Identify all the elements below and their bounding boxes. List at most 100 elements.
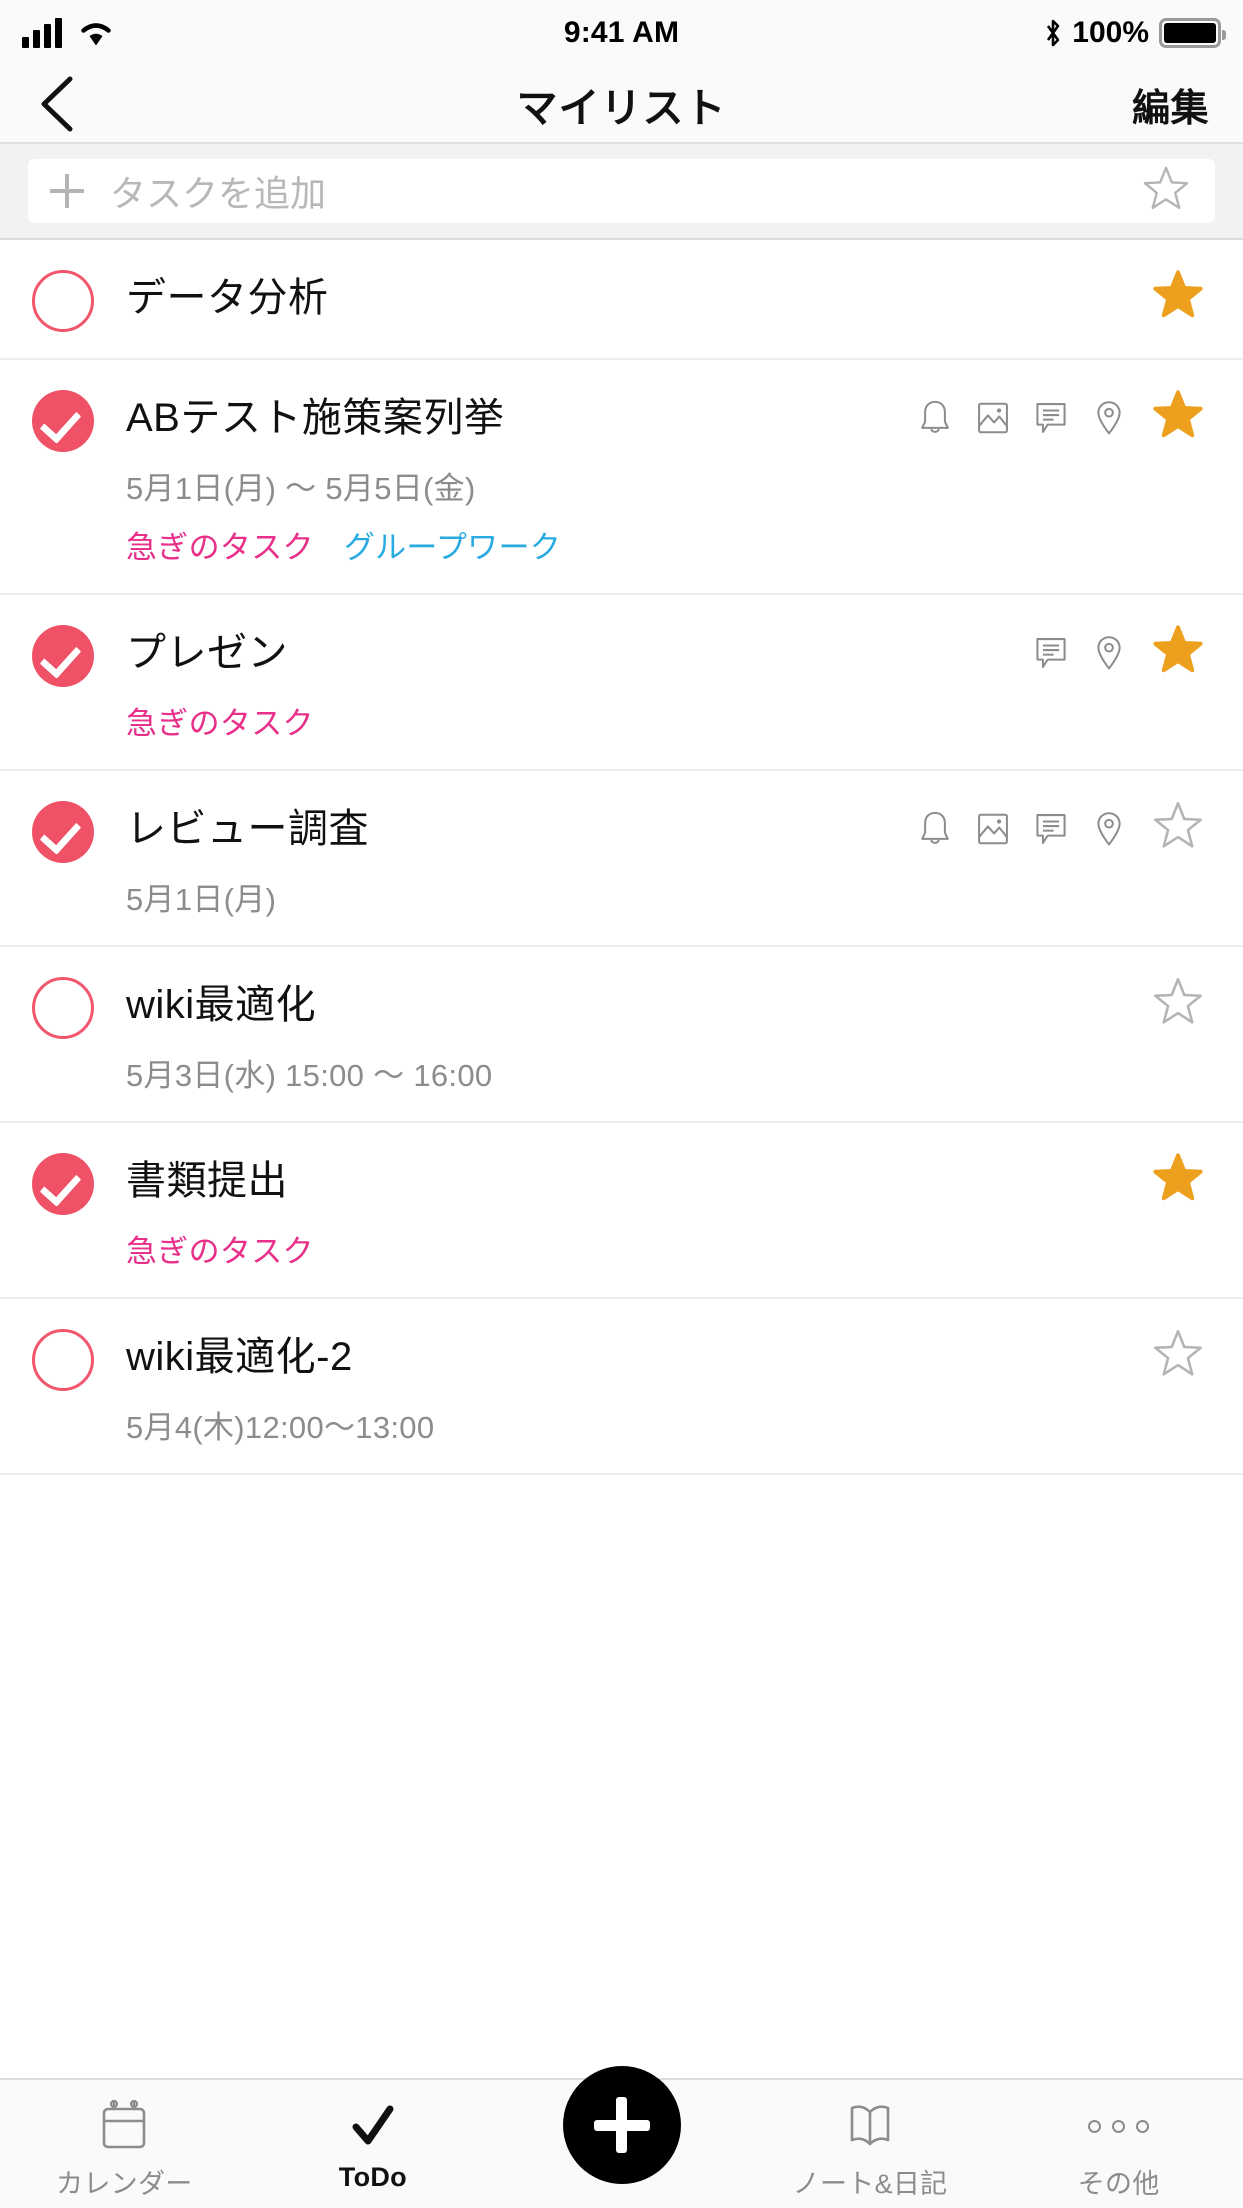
plus-icon xyxy=(50,174,84,208)
location-pin-icon xyxy=(1097,400,1121,434)
comment-icon xyxy=(1036,402,1066,433)
bottom-tab-bar: カレンダー ToDo ノート&日記 その他 xyxy=(0,2066,1243,2208)
comment-icon xyxy=(1036,813,1066,844)
task-meta-icons xyxy=(913,807,1149,851)
task-body: プレゼン急ぎのタスク xyxy=(94,621,1209,743)
task-title: wiki最適化 xyxy=(126,982,317,1027)
task-date: 5月1日(月) xyxy=(126,882,277,917)
task-tags: 急ぎのタスク xyxy=(126,1226,1209,1271)
task-tag[interactable]: グループワーク xyxy=(344,522,561,567)
star-outline-icon xyxy=(1154,1330,1202,1376)
battery-percent-label: 100% xyxy=(1072,16,1149,49)
task-title-line: wiki最適化-2 xyxy=(126,1325,1209,1388)
star-outline-icon xyxy=(1154,978,1202,1024)
book-icon xyxy=(842,2098,898,2154)
tab-todo[interactable]: ToDo xyxy=(249,2080,498,2193)
task-checkbox-unchecked[interactable] xyxy=(32,977,94,1039)
bell-icon xyxy=(921,400,949,433)
status-right-group: 100% xyxy=(1044,16,1226,50)
star-filled-icon xyxy=(1153,270,1203,318)
tab-label-more: その他 xyxy=(1077,2169,1160,2199)
star-outline-icon xyxy=(1154,802,1202,848)
calendar-icon xyxy=(98,2098,150,2154)
task-title-line: ABテスト施策案列挙 xyxy=(126,386,1209,449)
task-row[interactable]: プレゼン急ぎのタスク xyxy=(0,595,1243,771)
task-title: プレゼン xyxy=(126,630,288,675)
edit-button[interactable]: 編集 xyxy=(1132,77,1209,132)
task-tag[interactable]: 急ぎのタスク xyxy=(126,1226,314,1271)
task-row[interactable]: レビュー調査 5月1日(月) xyxy=(0,771,1243,947)
navigation-bar: マイリスト 編集 xyxy=(0,66,1243,144)
task-body: レビュー調査 5月1日(月) xyxy=(94,797,1209,919)
add-task-star-toggle[interactable] xyxy=(1139,162,1193,221)
tab-label-todo: ToDo xyxy=(338,2162,407,2192)
task-checkbox-checked[interactable] xyxy=(32,625,94,687)
add-task-field[interactable]: タスクを追加 xyxy=(28,159,1215,223)
task-list: データ分析 ABテスト施策案列挙 5月1日(月) 〜 5月5日(金) 急ぎのタスク グル… xyxy=(0,240,1243,2078)
task-checkbox-unchecked[interactable] xyxy=(32,1329,94,1391)
tab-label-calendar: カレンダー xyxy=(56,2169,193,2199)
task-row[interactable]: 書類提出急ぎのタスク xyxy=(0,1123,1243,1299)
task-star-toggle[interactable] xyxy=(1149,386,1209,449)
task-star-toggle[interactable] xyxy=(1149,266,1209,329)
location-pin-icon xyxy=(1097,635,1121,669)
image-icon xyxy=(978,813,1008,844)
task-star-toggle[interactable] xyxy=(1149,1149,1209,1212)
task-title: 書類提出 xyxy=(126,1158,288,1203)
task-checkbox-checked[interactable] xyxy=(32,1153,94,1215)
tab-more[interactable]: その他 xyxy=(994,2080,1243,2201)
bell-icon xyxy=(921,811,949,844)
add-fab-button[interactable] xyxy=(562,2066,681,2184)
task-row[interactable]: データ分析 xyxy=(0,240,1243,360)
page-title: マイリスト xyxy=(516,85,727,131)
task-title-line: wiki最適化 xyxy=(126,973,1209,1036)
location-pin-icon xyxy=(1097,811,1121,845)
task-star-toggle[interactable] xyxy=(1149,973,1209,1036)
task-tags: 急ぎのタスク グループワーク xyxy=(126,522,1209,567)
image-icon xyxy=(978,402,1008,433)
task-body: wiki最適化 5月3日(水) 15:00 〜 16:00 xyxy=(94,973,1209,1095)
task-checkbox-checked[interactable] xyxy=(32,390,94,452)
task-title: データ分析 xyxy=(126,275,329,320)
task-body: データ分析 xyxy=(94,266,1209,329)
task-tag[interactable]: 急ぎのタスク xyxy=(126,698,314,743)
task-title-line: プレゼン xyxy=(126,621,1209,684)
task-body: ABテスト施策案列挙 5月1日(月) 〜 5月5日(金) 急ぎのタスク グループワーク xyxy=(94,386,1209,567)
task-star-toggle[interactable] xyxy=(1149,797,1209,860)
task-date: 5月1日(月) 〜 5月5日(金) xyxy=(126,471,476,506)
task-meta-icons xyxy=(1029,631,1149,675)
task-body: 書類提出急ぎのタスク xyxy=(94,1149,1209,1271)
star-filled-icon xyxy=(1153,390,1203,438)
task-date: 5月3日(水) 15:00 〜 16:00 xyxy=(126,1058,493,1093)
tab-calendar[interactable]: カレンダー xyxy=(0,2080,249,2201)
task-row[interactable]: ABテスト施策案列挙 5月1日(月) 〜 5月5日(金) 急ぎのタスク グループワーク xyxy=(0,360,1243,595)
status-bar: 9:41 AM 100% xyxy=(0,0,1243,66)
task-star-toggle[interactable] xyxy=(1149,1325,1209,1388)
task-checkbox-unchecked[interactable] xyxy=(32,270,94,332)
task-title: ABテスト施策案列挙 xyxy=(126,395,505,440)
task-title-line: データ分析 xyxy=(126,266,1209,329)
task-title-line: レビュー調査 xyxy=(126,797,1209,860)
comment-icon xyxy=(1036,637,1066,668)
task-checkbox-checked[interactable] xyxy=(32,801,94,863)
task-row[interactable]: wiki最適化 5月3日(水) 15:00 〜 16:00 xyxy=(0,947,1243,1123)
task-title-line: 書類提出 xyxy=(126,1149,1209,1212)
tab-label-note-diary: ノート&日記 xyxy=(792,2169,948,2199)
bluetooth-icon xyxy=(1047,19,1060,47)
task-meta-icons xyxy=(913,396,1149,440)
star-filled-icon xyxy=(1153,1153,1203,1201)
task-body: wiki最適化-2 5月4(木)12:00〜13:00 xyxy=(94,1325,1209,1447)
add-task-strip: タスクを追加 xyxy=(0,144,1243,240)
battery-full-icon xyxy=(1159,18,1226,48)
checkmark-icon xyxy=(346,2098,400,2154)
more-dots-icon xyxy=(1088,2098,1150,2154)
task-star-toggle[interactable] xyxy=(1149,621,1209,684)
app-screen: 9:41 AM 100% マイリスト 編集 タスクを追加 データ分析 ABテスト… xyxy=(0,0,1243,2208)
task-title: wiki最適化-2 xyxy=(126,1334,353,1379)
tab-note-diary[interactable]: ノート&日記 xyxy=(746,2080,995,2201)
add-task-placeholder: タスクを追加 xyxy=(110,173,327,214)
task-tag[interactable]: 急ぎのタスク xyxy=(126,522,314,567)
star-outline-icon xyxy=(1143,166,1189,209)
task-row[interactable]: wiki最適化-2 5月4(木)12:00〜13:00 xyxy=(0,1299,1243,1475)
task-title: レビュー調査 xyxy=(126,806,369,851)
